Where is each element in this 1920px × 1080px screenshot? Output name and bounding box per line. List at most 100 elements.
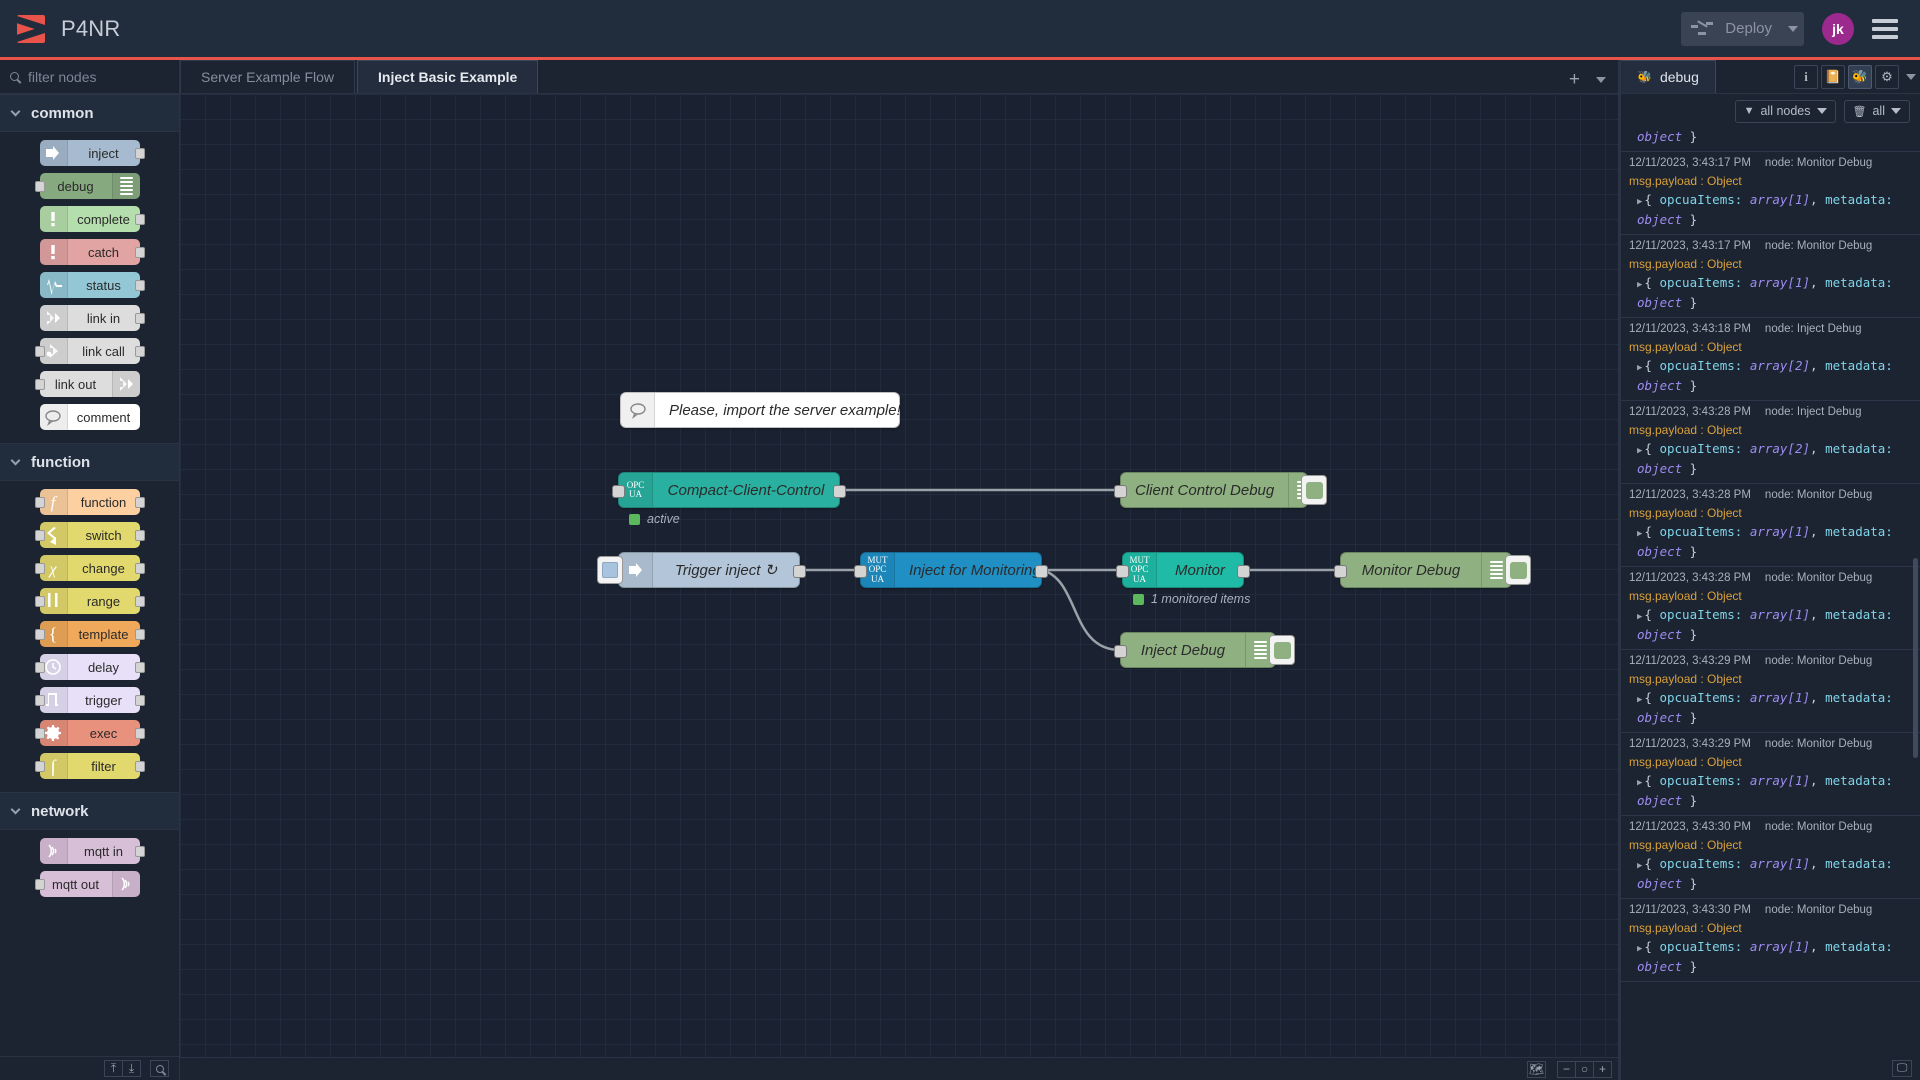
flow-canvas[interactable]: Please, import the server example! OPCUAC…: [180, 94, 1620, 1057]
avatar[interactable]: jk: [1822, 13, 1854, 45]
palette-node-exec[interactable]: exec: [40, 720, 140, 746]
output-port[interactable]: [793, 565, 806, 578]
debug-scrollbar[interactable]: [1913, 558, 1918, 758]
expand-all-button[interactable]: ⤓: [122, 1060, 141, 1077]
palette-search-button[interactable]: [150, 1060, 169, 1077]
debug-message[interactable]: 12/11/2023, 3:43:29 PM node: Monitor Deb…: [1621, 650, 1920, 733]
debug-payload[interactable]: ▶{ opcuaItems: array[1], metadata:object…: [1629, 606, 1912, 643]
debug-message[interactable]: 12/11/2023, 3:43:28 PM node: Monitor Deb…: [1621, 567, 1920, 650]
debug-enable-toggle[interactable]: [1301, 475, 1327, 505]
input-port[interactable]: [35, 530, 45, 541]
output-port[interactable]: [135, 346, 145, 357]
debug-message[interactable]: 12/11/2023, 3:43:30 PM node: Monitor Deb…: [1621, 816, 1920, 899]
flow-tab-1[interactable]: Server Example Flow: [180, 60, 355, 93]
debug-message[interactable]: object }: [1621, 128, 1920, 152]
debug-payload[interactable]: ▶{ opcuaItems: array[1], metadata:object…: [1629, 523, 1912, 560]
input-port[interactable]: [35, 596, 45, 607]
output-port[interactable]: [135, 629, 145, 640]
output-port[interactable]: [135, 846, 145, 857]
palette-category-network[interactable]: network: [0, 792, 179, 830]
main-menu-button[interactable]: [1872, 19, 1898, 39]
debug-payload[interactable]: ▶{ opcuaItems: array[1], metadata:object…: [1629, 274, 1912, 311]
input-port[interactable]: [35, 379, 45, 390]
zoom-in-button[interactable]: +: [1593, 1061, 1612, 1078]
flow-node-compact-client-control[interactable]: OPCUACompact-Client-Controlactive: [618, 472, 840, 508]
palette-node-switch[interactable]: switch: [40, 522, 140, 548]
expand-arrow-icon[interactable]: ▶: [1637, 612, 1642, 622]
expand-arrow-icon[interactable]: ▶: [1637, 446, 1642, 456]
debug-payload[interactable]: ▶{ opcuaItems: array[1], metadata:object…: [1629, 938, 1912, 975]
palette-node-filter[interactable]: ∫filter: [40, 753, 140, 779]
palette-category-common[interactable]: common: [0, 94, 179, 132]
input-port[interactable]: [35, 497, 45, 508]
input-port[interactable]: [612, 485, 625, 498]
palette-node-range[interactable]: range: [40, 588, 140, 614]
input-port[interactable]: [35, 728, 45, 739]
debug-enable-toggle[interactable]: [1269, 635, 1295, 665]
input-port[interactable]: [35, 629, 45, 640]
palette-node-link-out[interactable]: link out: [40, 371, 140, 397]
palette-node-mqtt-in[interactable]: mqtt in: [40, 838, 140, 864]
monitor-icon[interactable]: 🖵: [1892, 1060, 1912, 1077]
output-port[interactable]: [135, 214, 145, 225]
flow-node-inject-for-monitoring[interactable]: MUTOPCUAInject for Monitoring: [860, 552, 1042, 588]
palette-node-complete[interactable]: complete: [40, 206, 140, 232]
expand-arrow-icon[interactable]: ▶: [1637, 529, 1642, 539]
zoom-reset-button[interactable]: ○: [1575, 1061, 1594, 1078]
tab-debug[interactable]: 🐝 debug: [1621, 60, 1716, 93]
output-port[interactable]: [135, 761, 145, 772]
inject-trigger-button[interactable]: [597, 556, 623, 584]
palette-node-comment[interactable]: comment: [40, 404, 140, 430]
input-port[interactable]: [1114, 485, 1127, 498]
output-port[interactable]: [135, 530, 145, 541]
chevron-down-icon[interactable]: [1788, 26, 1798, 32]
output-port[interactable]: [135, 596, 145, 607]
input-port[interactable]: [35, 563, 45, 574]
debug-payload[interactable]: ▶{ opcuaItems: array[1], metadata:object…: [1629, 689, 1912, 726]
palette-node-catch[interactable]: catch: [40, 239, 140, 265]
debug-payload[interactable]: ▶{ opcuaItems: array[1], metadata:object…: [1629, 855, 1912, 892]
input-port[interactable]: [1116, 565, 1129, 578]
info-icon[interactable]: i: [1794, 65, 1818, 89]
book-icon[interactable]: 📔: [1821, 65, 1845, 89]
palette-node-inject[interactable]: inject: [40, 140, 140, 166]
bug-icon[interactable]: 🐝: [1848, 65, 1872, 89]
debug-message[interactable]: 12/11/2023, 3:43:17 PM node: Monitor Deb…: [1621, 152, 1920, 235]
palette-node-template[interactable]: {template: [40, 621, 140, 647]
debug-payload[interactable]: ▶{ opcuaItems: array[1], metadata:object…: [1629, 772, 1912, 809]
navigator-map-button[interactable]: 🗺: [1527, 1061, 1546, 1078]
output-port[interactable]: [135, 662, 145, 673]
output-port[interactable]: [135, 563, 145, 574]
debug-message[interactable]: 12/11/2023, 3:43:30 PM node: Monitor Deb…: [1621, 899, 1920, 982]
palette-category-function[interactable]: function: [0, 443, 179, 481]
input-port[interactable]: [854, 565, 867, 578]
filter-nodes-input[interactable]: [28, 69, 168, 85]
chevron-down-icon[interactable]: [1596, 77, 1606, 83]
clear-messages-button[interactable]: 🗑 all: [1844, 100, 1910, 123]
palette-node-mqtt-out[interactable]: mqtt out: [40, 871, 140, 897]
expand-arrow-icon[interactable]: ▶: [1637, 861, 1642, 871]
palette-node-trigger[interactable]: trigger: [40, 687, 140, 713]
palette-node-status[interactable]: status: [40, 272, 140, 298]
chevron-down-icon[interactable]: [1906, 74, 1916, 80]
input-port[interactable]: [35, 695, 45, 706]
expand-arrow-icon[interactable]: ▶: [1637, 778, 1642, 788]
output-port[interactable]: [1237, 565, 1250, 578]
debug-message-list[interactable]: object } 12/11/2023, 3:43:17 PM node: Mo…: [1621, 128, 1920, 1080]
expand-arrow-icon[interactable]: ▶: [1637, 944, 1642, 954]
input-port[interactable]: [35, 662, 45, 673]
expand-arrow-icon[interactable]: ▶: [1637, 695, 1642, 705]
flow-node-trigger-inject[interactable]: Trigger inject ↻: [618, 552, 800, 588]
palette-node-delay[interactable]: delay: [40, 654, 140, 680]
palette-node-change[interactable]: χchange: [40, 555, 140, 581]
output-port[interactable]: [135, 313, 145, 324]
palette-node-link-call[interactable]: link call: [40, 338, 140, 364]
flow-node-comment-note[interactable]: Please, import the server example!: [620, 392, 900, 428]
input-port[interactable]: [35, 181, 45, 192]
gear-icon[interactable]: ⚙: [1875, 65, 1899, 89]
expand-arrow-icon[interactable]: ▶: [1637, 280, 1642, 290]
debug-message[interactable]: 12/11/2023, 3:43:17 PM node: Monitor Deb…: [1621, 235, 1920, 318]
debug-payload[interactable]: ▶{ opcuaItems: array[2], metadata:object…: [1629, 357, 1912, 394]
output-port[interactable]: [1035, 565, 1048, 578]
output-port[interactable]: [135, 695, 145, 706]
